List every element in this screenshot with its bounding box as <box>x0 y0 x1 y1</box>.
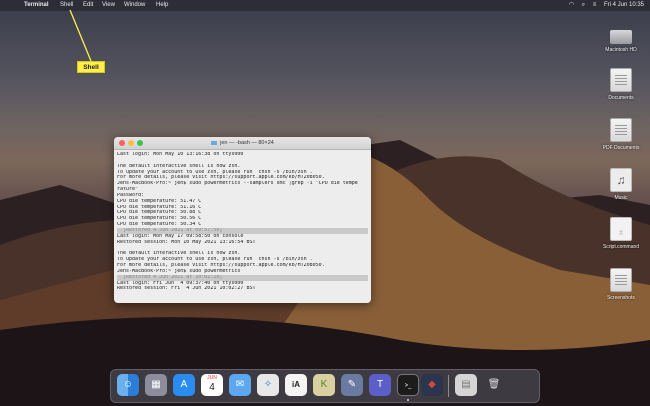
hard-drive-icon <box>610 30 632 44</box>
window-title: jen — -bash — 80×24 <box>220 140 274 146</box>
recent-folder-icon[interactable]: ▤ <box>455 374 477 396</box>
home-folder-icon <box>211 140 218 145</box>
desktop-icon-screenshots[interactable]: Screenshots <box>597 268 645 301</box>
launchpad-icon[interactable]: ▦ <box>145 374 167 396</box>
terminal-output[interactable]: Last login: Mon May 10 13:16:38 on ttys0… <box>114 150 371 294</box>
document-icon <box>610 68 632 92</box>
terminal-line: Restored session: Fri 4 Jun 2021 10:02:2… <box>117 286 256 292</box>
terminal-icon[interactable]: >_ <box>397 374 419 396</box>
close-button[interactable] <box>119 140 125 146</box>
dock: ☺ ▦ A JUN 4 ✉ ✧ iA K ✎ T >_ ◆ ▤ 🗑 <box>110 369 540 403</box>
zoom-button[interactable] <box>137 140 143 146</box>
terminal-title-bar[interactable]: jen — -bash — 80×24 <box>114 137 371 150</box>
safari-icon[interactable]: ✧ <box>257 374 279 396</box>
music-icon: ♫ <box>610 168 632 192</box>
trash-icon[interactable]: 🗑 <box>483 374 505 396</box>
teams-icon[interactable]: T <box>369 374 391 396</box>
scrivener-icon[interactable]: K <box>313 374 335 396</box>
mail-icon[interactable]: ✉ <box>229 374 251 396</box>
app-store-icon[interactable]: A <box>173 374 195 396</box>
dock-separator <box>448 375 449 397</box>
callout-label: Shell <box>77 61 105 73</box>
notes-icon[interactable]: ✎ <box>341 374 363 396</box>
calendar-icon[interactable]: JUN 4 <box>201 374 223 396</box>
desktop-icon-documents[interactable]: Documents <box>597 68 645 101</box>
minimize-button[interactable] <box>128 140 134 146</box>
finder-icon[interactable]: ☺ <box>117 374 139 396</box>
ia-writer-icon[interactable]: iA <box>285 374 307 396</box>
desktop-icon-script[interactable]: ▒ Script.command <box>597 217 645 250</box>
document-icon <box>610 118 632 142</box>
script-icon: ▒ <box>610 217 632 241</box>
desktop-icon-macintosh-hd[interactable]: Macintosh HD <box>597 24 645 53</box>
desktop-icon-music[interactable]: ♫ Music <box>597 168 645 201</box>
screenshot-app-icon[interactable]: ◆ <box>421 374 443 396</box>
terminal-window[interactable]: jen — -bash — 80×24 Last login: Mon May … <box>114 137 371 303</box>
folder-icon <box>610 268 632 292</box>
desktop-icon-pdf-documents[interactable]: PDF Documents <box>597 118 645 151</box>
terminal-line: Jens-MacBook-Pro:~ jen$ sudo powermetric… <box>117 181 358 187</box>
terminal-running-indicator <box>407 399 409 401</box>
